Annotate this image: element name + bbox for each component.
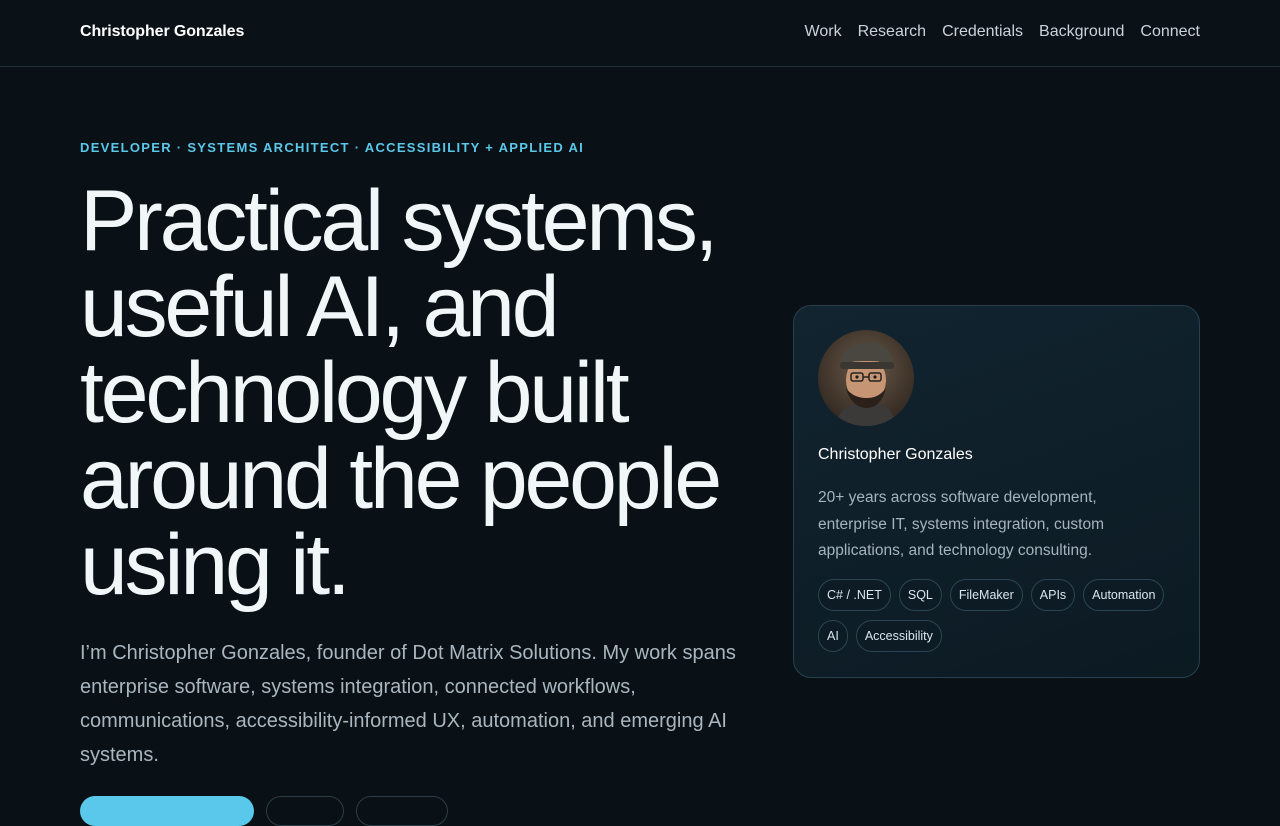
profile-card: Christopher Gonzales 20+ years across so… [793, 305, 1200, 678]
nav-link-background[interactable]: Background [1039, 23, 1124, 41]
profile-name: Christopher Gonzales [818, 446, 973, 463]
nav-link-work[interactable]: Work [805, 23, 842, 41]
skill-tag-csharp: C# / .NET [818, 579, 891, 611]
primary-cta-button[interactable] [80, 796, 254, 826]
tertiary-cta-button[interactable] [356, 796, 448, 826]
nav-link-research[interactable]: Research [858, 23, 926, 41]
skill-tag-apis: APIs [1030, 579, 1076, 611]
secondary-cta-button[interactable] [266, 796, 344, 826]
profile-description: 20+ years across software development, e… [818, 489, 1105, 559]
brand-link[interactable]: Christopher Gonzales [80, 23, 244, 41]
top-nav: Christopher Gonzales Work Research Crede… [0, 0, 1280, 67]
cta-row [80, 796, 448, 826]
skill-tag-accessibility: Accessibility [855, 620, 942, 652]
hero-headline: Practical systems, useful AI, and techno… [80, 173, 722, 613]
skill-tag-filemaker: FileMaker [949, 579, 1023, 611]
skill-tag-automation: Automation [1083, 579, 1165, 611]
hero-intro: I’m Christopher Gonzales, founder of Dot… [80, 642, 736, 766]
nav-link-credentials[interactable]: Credentials [942, 23, 1023, 41]
skill-tags: C# / .NET SQL FileMaker APIs Automation … [818, 579, 1178, 652]
nav-link-connect[interactable]: Connect [1140, 23, 1200, 41]
avatar [818, 330, 914, 426]
hero-eyebrow: DEVELOPER · SYSTEMS ARCHITECT · ACCESSIB… [80, 140, 585, 155]
nav-links: Work Research Credentials Background Con… [805, 23, 1200, 41]
skill-tag-ai: AI [818, 620, 848, 652]
skill-tag-sql: SQL [898, 579, 942, 611]
avatar-portrait-image [818, 330, 914, 426]
